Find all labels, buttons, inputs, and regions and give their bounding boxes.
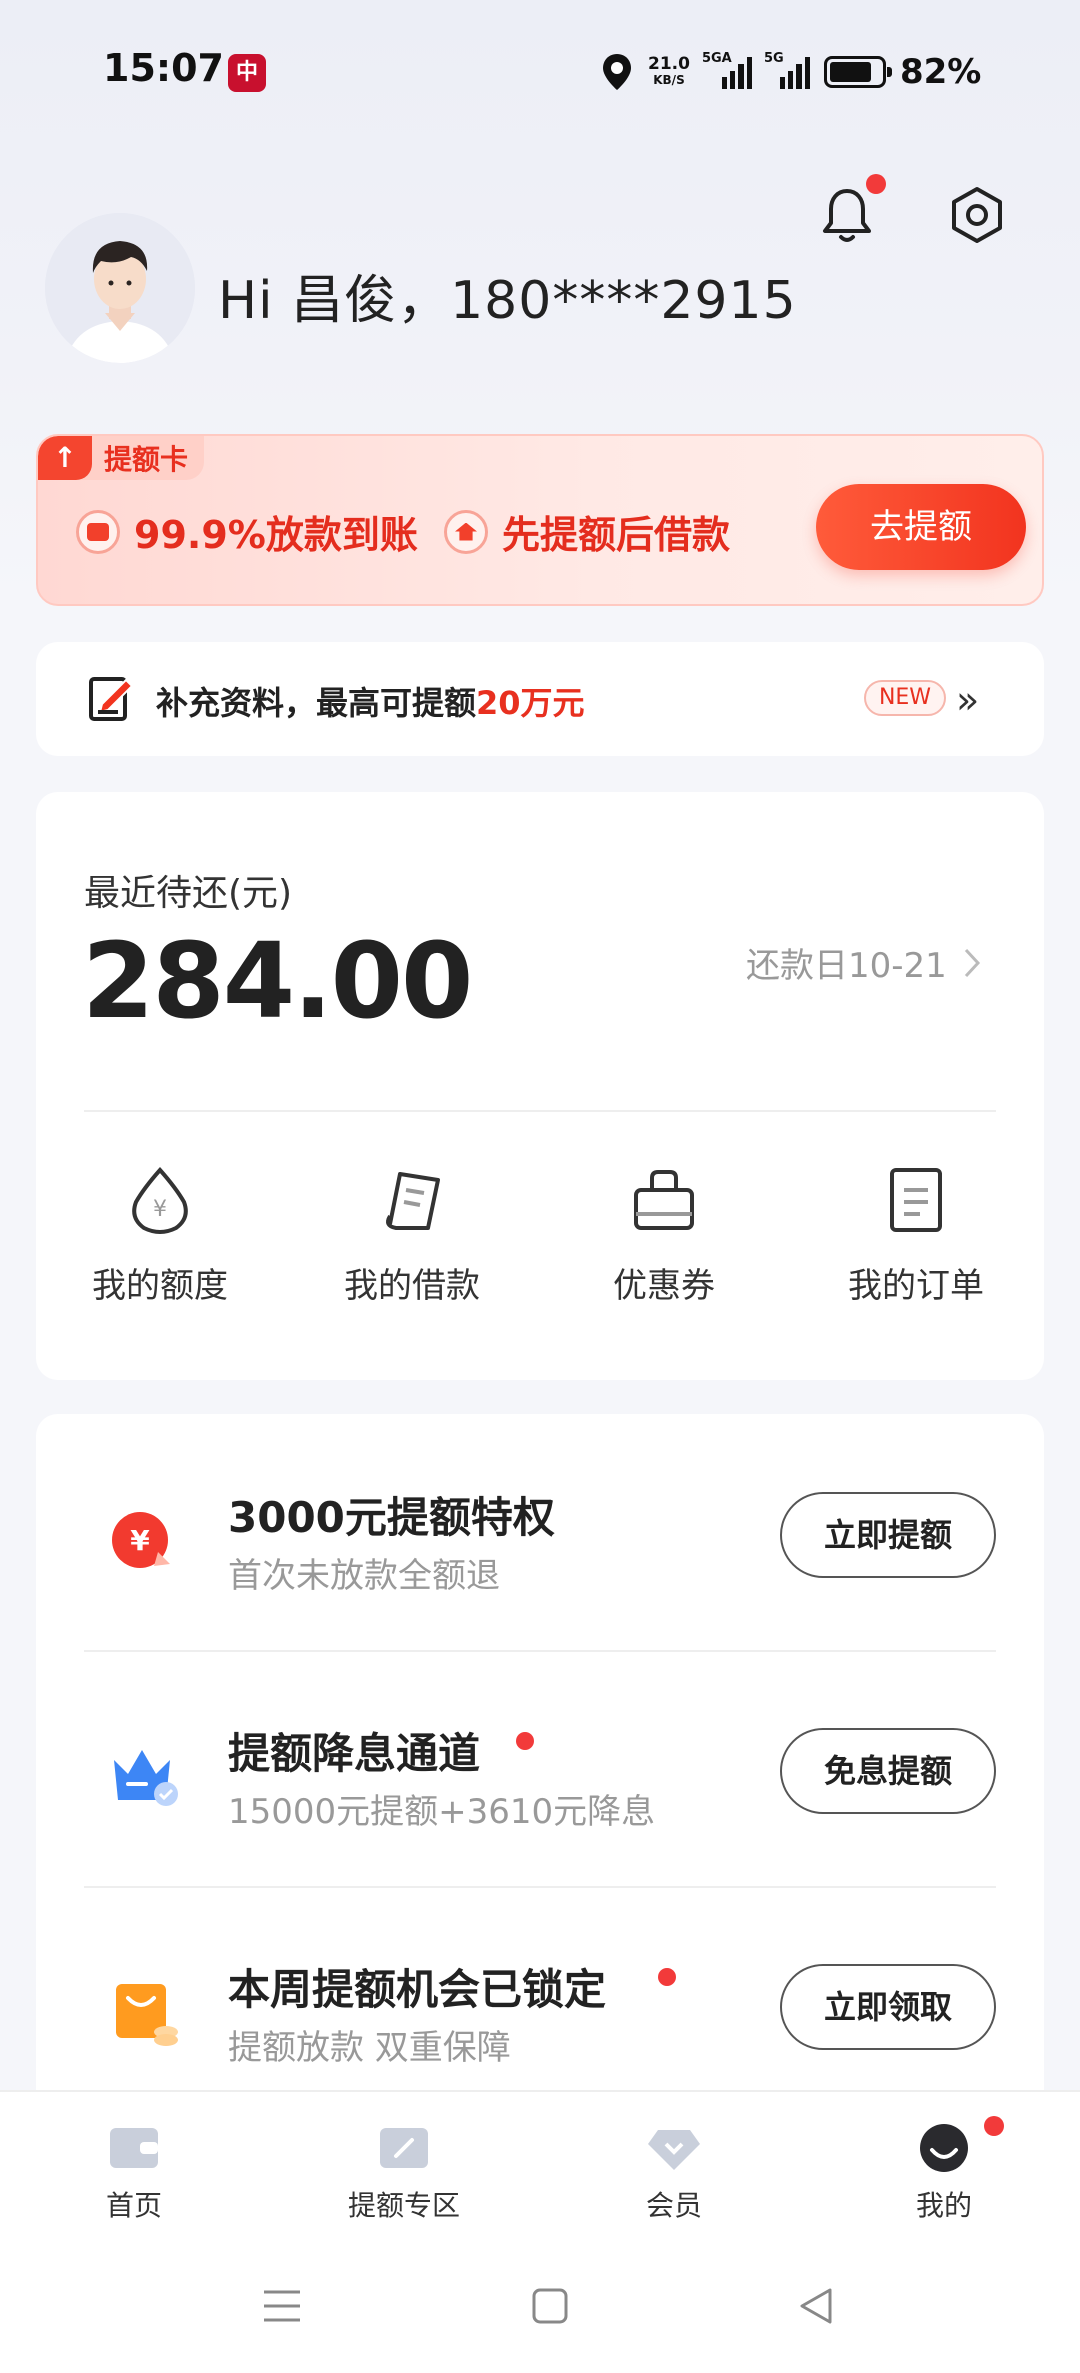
money-drop-icon: ¥ [132,1166,188,1234]
task-subtitle: 提额放款 双重保障 [228,2028,511,2068]
settings-gear-icon[interactable] [945,183,1009,247]
house-up-icon [444,509,488,554]
arrow-up-icon: ↑ [38,436,92,480]
quick-action-label: 我的借款 [344,1266,480,1306]
repayment-label: 最近待还(元) [84,873,293,914]
promo-tag: ↑ 提额卡 [38,436,205,480]
signal-5g-label: 5G [763,51,784,66]
promo-feature-2-text: 先提额后借款 [502,513,731,557]
quick-action-my-quota[interactable]: ¥ 我的额度 [60,1164,260,1307]
network-speed-unit: KB/S [653,73,685,87]
task-unread-dot [658,1968,676,1986]
gift-bag-icon [116,1984,178,2046]
signal-5ga-label: 5GA [701,51,732,66]
wallet-icon [110,2128,158,2168]
status-time: 15:07 [103,46,224,90]
task-title: 本周提额机会已锁定 [228,1965,607,2014]
supplement-text-prefix: 补充资料，最高可提额 [156,684,477,722]
quick-action-my-orders[interactable]: 我的订单 [816,1164,1016,1307]
supplement-text: 补充资料，最高可提额20万元 [156,678,585,724]
quick-action-my-loans[interactable]: 我的借款 [312,1164,512,1307]
nav-tab-label: 会员 [645,2189,702,2222]
double-chevron-right-icon: » [956,678,980,722]
task-unread-dot [516,1732,534,1750]
crown-icon [114,1750,178,1806]
card-icon [76,509,120,554]
new-badge: NEW [864,680,946,716]
nav-tab-membership[interactable]: 会员 [574,2122,774,2224]
limit-boost-promo-card[interactable]: ↑ 提额卡 99.9%放款到账 先提额后借款 去提额 [36,434,1044,606]
nav-tab-label: 首页 [105,2189,162,2222]
nav-unread-dot [984,2116,1004,2136]
supplement-info-bar[interactable]: 补充资料，最高可提额20万元 NEW » [36,642,1044,756]
bag-icon [634,1170,694,1230]
task-title: 提额降息通道 [228,1729,481,1778]
svg-text:¥: ¥ [130,1524,150,1557]
signal-5ga-icon: 5GA [702,51,752,89]
promo-tag-label: 提额卡 [104,443,189,476]
avatar-illustration [45,213,195,363]
nav-tab-label: 提额专区 [347,2189,460,2222]
go-boost-button[interactable]: 去提额 [816,484,1026,570]
divider [84,1110,996,1112]
bank-app-icon: 中 [228,54,266,92]
system-navigation-bar [0,2250,1080,2373]
quick-action-coupons[interactable]: 优惠券 [564,1164,764,1307]
avatar[interactable] [45,213,195,363]
receipt-icon [386,1172,440,1230]
chevron-right-icon [964,948,980,977]
promo-feature-1-text: 99.9%放款到账 [134,513,418,557]
task-subtitle: 首次未放款全额退 [228,1556,500,1596]
nav-tab-mine[interactable]: 我的 [844,2122,1044,2224]
task-title: 3000元提额特权 [228,1493,555,1542]
yuan-coin-icon: ¥ [112,1512,170,1568]
boost-now-button[interactable]: 立即提额 [780,1492,996,1578]
notification-bell-icon[interactable] [815,183,879,247]
task-item-rate-reduction[interactable]: 提额降息通道 15000元提额+3610元降息 免息提额 [36,1650,1044,1886]
greeting-text: Hi 昌俊，180****2915 [218,271,797,331]
repayment-due-date-link[interactable]: 还款日10-21 [746,938,981,987]
menu-icon[interactable] [262,2286,302,2326]
repayment-card: 最近待还(元) 284.00 还款日10-21 ¥ 我的额度 我的借款 优惠券 [36,792,1044,1380]
supplement-text-highlight: 20万元 [476,684,585,722]
bottom-navigation: 首页 提额专区 会员 我的 [0,2090,1080,2250]
task-item-weekly-chance[interactable]: 本周提额机会已锁定 提额放款 双重保障 立即领取 [36,1886,1044,2114]
network-speed-value: 21.0 [648,54,690,74]
battery-level [829,62,871,82]
repayment-amount: 284.00 [82,920,473,1042]
boost-zone-icon [380,2128,428,2168]
order-icon [890,1168,942,1232]
quick-action-label: 我的额度 [92,1266,228,1306]
claim-now-button[interactable]: 立即领取 [780,1964,996,2050]
battery-icon [823,56,892,88]
quick-action-label: 我的订单 [848,1266,984,1306]
nav-tab-boost-zone[interactable]: 提额专区 [304,2122,504,2224]
home-square-icon[interactable] [530,2286,570,2326]
signal-5g-icon: 5G [764,51,810,89]
status-indicators: 21.0 KB/S 5GA 5G 82% [600,48,981,96]
quick-action-label: 优惠券 [613,1266,715,1306]
boost-tasks-card: ¥ 3000元提额特权 首次未放款全额退 立即提额 提额降息通道 15000元提… [36,1414,1044,2114]
interest-free-boost-button[interactable]: 免息提额 [780,1728,996,1814]
network-speed: 21.0 KB/S [648,56,690,88]
repayment-due-date: 还款日10-21 [746,946,947,986]
task-item-boost-privilege[interactable]: ¥ 3000元提额特权 首次未放款全额退 立即提额 [36,1414,1044,1650]
nav-tab-home[interactable]: 首页 [34,2122,234,2224]
task-subtitle: 15000元提额+3610元降息 [228,1792,656,1832]
notification-dot [866,174,886,194]
status-bar: 15:07 中 21.0 KB/S 5GA 5G 82% [0,0,1080,140]
promo-feature-fast-loan: 99.9%放款到账 [76,504,418,559]
location-icon [603,54,631,90]
back-triangle-icon[interactable] [796,2286,836,2326]
nav-tab-label: 我的 [915,2189,972,2222]
profile-face-icon [920,2124,968,2172]
diamond-icon [648,2130,700,2170]
svg-text:¥: ¥ [153,1197,167,1222]
battery-percent: 82% [899,52,982,92]
edit-document-icon [89,677,134,721]
promo-feature-boost-first: 先提额后借款 [444,504,730,559]
